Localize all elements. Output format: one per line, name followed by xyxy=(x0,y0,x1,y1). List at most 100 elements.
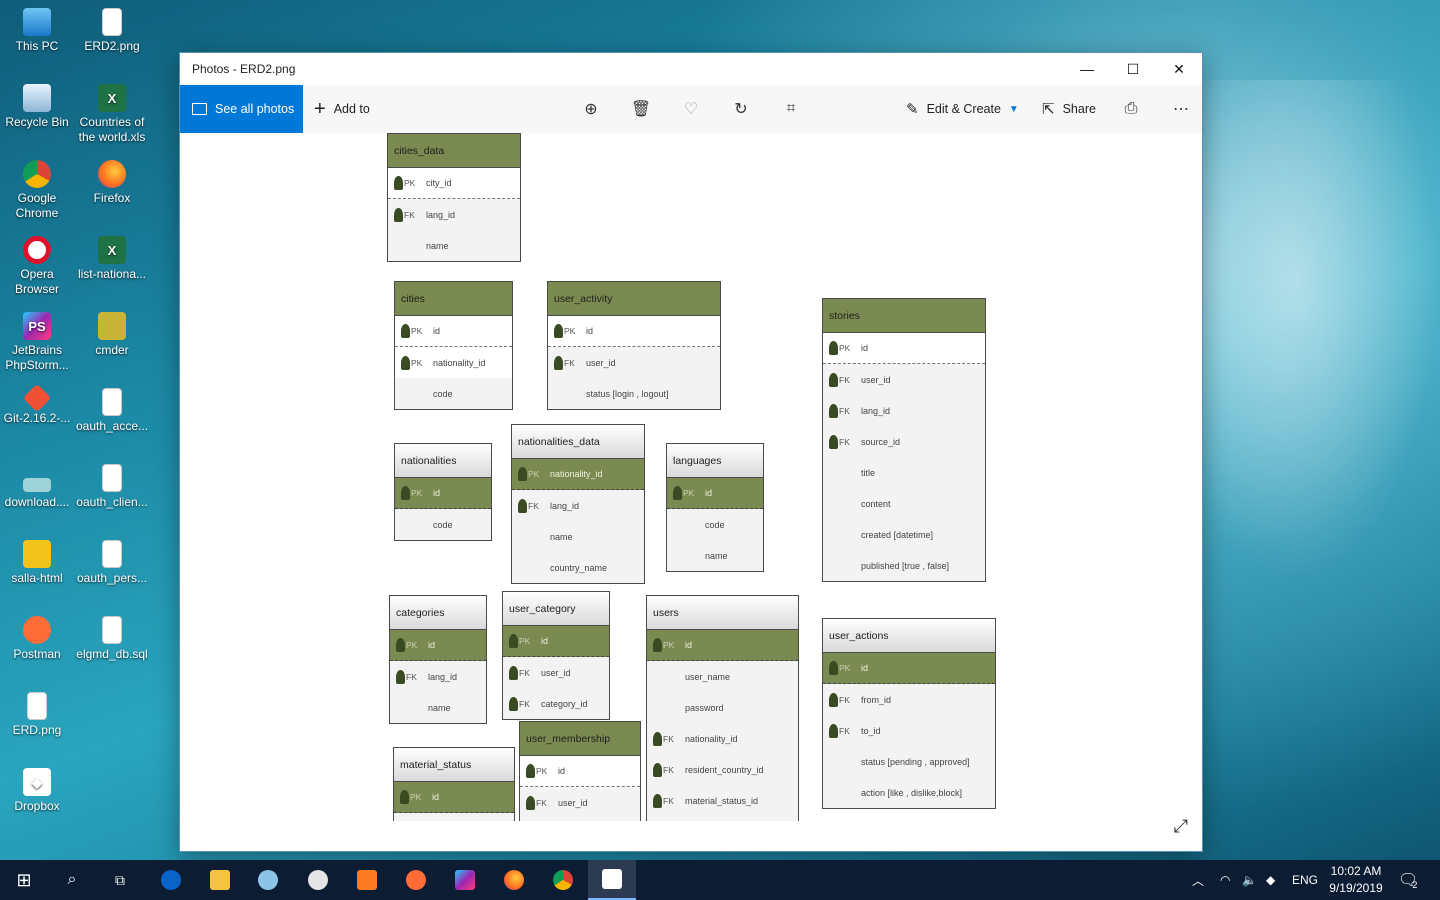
trash-icon: 🗑 xyxy=(630,101,652,118)
erd-table-user-activity: user_activity PK id FK user_id status [log… xyxy=(547,281,721,410)
tray-network[interactable]: ◠ xyxy=(1220,860,1230,900)
start-button[interactable]: ⊞ xyxy=(0,860,48,900)
phpstorm-icon: PS xyxy=(23,312,51,340)
desktop-icon-download[interactable]: download.... xyxy=(0,464,74,510)
folder-icon xyxy=(23,540,51,568)
desktop-icon-chrome[interactable]: Google Chrome xyxy=(0,160,74,221)
table-row: name xyxy=(426,240,449,251)
table-row: status [login , logout] xyxy=(586,388,669,399)
desktop-icon-elgmd-db[interactable]: elgmd_db.sql xyxy=(75,616,149,662)
tray-dropbox[interactable]: ◆ xyxy=(1266,860,1275,900)
tray-language[interactable]: ENG xyxy=(1292,860,1318,900)
taskbar-photos[interactable] xyxy=(588,860,636,900)
close-button[interactable]: ✕ xyxy=(1156,53,1202,85)
xampp-icon xyxy=(357,870,377,890)
taskbar-app-2[interactable] xyxy=(244,860,292,900)
taskbar-firefox[interactable] xyxy=(490,860,538,900)
image-canvas[interactable]: cities_data PK city_id FK lang_id name cit… xyxy=(180,133,1202,821)
taskbar-chrome[interactable] xyxy=(539,860,587,900)
search-icon: ⌕ xyxy=(67,871,77,888)
cmder-icon xyxy=(98,312,126,340)
table-header: user_actions xyxy=(823,619,995,653)
table-header: stories xyxy=(823,299,985,333)
zoom-in-icon: ⊕ xyxy=(584,101,598,118)
desktop-icon-countries-xls[interactable]: X Countries of the world.xls xyxy=(75,84,149,145)
desktop-icon-recycle-bin[interactable]: Recycle Bin xyxy=(0,84,74,130)
table-row: name xyxy=(550,531,573,542)
settings-icon xyxy=(258,870,278,890)
delete-button[interactable]: 🗑 xyxy=(626,85,656,133)
phpstorm-icon xyxy=(455,870,475,890)
erd-table-nationalities: nationalities PK id code xyxy=(394,443,492,541)
task-view-icon: ⧉ xyxy=(115,871,125,888)
table-row: action [like , dislike,block] xyxy=(861,787,963,798)
search-button[interactable]: ⌕ xyxy=(48,860,96,900)
taskbar-xampp[interactable] xyxy=(343,860,391,900)
table-row: status [pending , approved] xyxy=(861,756,970,767)
desktop-icon-postman[interactable]: Postman xyxy=(0,616,74,662)
desktop-icon-oauth-personal[interactable]: oauth_pers... xyxy=(75,540,149,586)
tray-volume[interactable]: 🔈 xyxy=(1242,860,1257,900)
title-bar[interactable]: Photos - ERD2.png — ☐ ✕ xyxy=(180,53,1202,85)
table-header: cities_data xyxy=(388,134,520,168)
table-row: PK id xyxy=(823,333,985,364)
add-to-button[interactable]: + Add to xyxy=(314,85,370,133)
desktop-icon-oauth-access[interactable]: oauth_acce... xyxy=(75,388,149,434)
rotate-icon: ↻ xyxy=(734,101,748,118)
desktop-icon-opera[interactable]: Opera Browser xyxy=(0,236,74,297)
table-row: name xyxy=(705,550,728,561)
maximize-button[interactable]: ☐ xyxy=(1110,53,1156,85)
desktop-icon-oauth-client[interactable]: oauth_clien... xyxy=(75,464,149,510)
recycle-bin-icon xyxy=(23,84,51,112)
print-button[interactable]: ⎙ xyxy=(1116,85,1146,133)
desktop-icon-firefox[interactable]: Firefox xyxy=(75,160,149,206)
edit-create-button[interactable]: ✎ Edit & Create ▼ xyxy=(906,85,1019,133)
table-row: FK user_id xyxy=(503,657,609,688)
table-row: FK lang_id xyxy=(512,490,644,521)
more-button[interactable]: ⋯ xyxy=(1166,85,1196,133)
table-row: FK user_id xyxy=(520,787,640,818)
taskbar-file-explorer[interactable] xyxy=(196,860,244,900)
table-row: PK id xyxy=(548,316,720,347)
desktop-icon-git[interactable]: Git-2.16.2-... xyxy=(0,383,74,426)
zoom-button[interactable]: ⊕ xyxy=(576,85,606,133)
clock[interactable]: 10:02 AM 9/19/2019 xyxy=(1316,863,1396,897)
table-row: PK id xyxy=(394,782,514,813)
table-row: FK from_id xyxy=(823,684,995,715)
photos-window: Photos - ERD2.png — ☐ ✕ See all photos +… xyxy=(179,52,1203,852)
expand-icon[interactable]: ⤢ xyxy=(1174,816,1188,837)
taskbar-phpstorm[interactable] xyxy=(441,860,489,900)
crop-button[interactable]: ⌗ xyxy=(776,85,806,133)
more-icon: ⋯ xyxy=(1173,101,1189,118)
desktop-icon-cmder[interactable]: cmder xyxy=(75,312,149,358)
desktop-icon-list-nationalities[interactable]: Xlist-nationa... xyxy=(75,236,149,282)
heart-icon: ♡ xyxy=(683,101,699,118)
table-header: cities xyxy=(395,282,512,316)
plus-icon: + xyxy=(314,97,326,120)
image-file-icon xyxy=(23,478,51,492)
erd-table-user-actions: user_actions PK id FK from_id FK to_id stat… xyxy=(822,618,996,809)
tray-chevron[interactable]: ︿ xyxy=(1192,860,1204,900)
taskbar-app-3[interactable] xyxy=(294,860,342,900)
erd-table-nationalities-data: nationalities_data PK nationality_id FK la… xyxy=(511,424,645,584)
chrome-icon xyxy=(553,870,573,890)
notification-count: 2 xyxy=(1412,880,1418,890)
table-row: user_name xyxy=(685,671,731,682)
task-view-button[interactable]: ⧉ xyxy=(96,860,144,900)
table-row: country_name xyxy=(550,562,608,573)
minimize-button[interactable]: — xyxy=(1064,53,1110,85)
taskbar-maps[interactable] xyxy=(147,860,195,900)
see-all-photos-button[interactable]: See all photos xyxy=(180,85,303,133)
share-button[interactable]: ⇱ Share xyxy=(1042,85,1096,133)
desktop-icon-erd[interactable]: ERD.png xyxy=(0,692,74,738)
desktop-icon-salla-html[interactable]: salla-html xyxy=(0,540,74,586)
desktop-icon-dropbox[interactable]: ◆ Dropbox xyxy=(0,768,74,814)
rotate-button[interactable]: ↻ xyxy=(726,85,756,133)
desktop-icon-erd2[interactable]: ERD2.png xyxy=(75,8,149,54)
desktop-icon-phpstorm[interactable]: PS JetBrains PhpStorm... xyxy=(0,312,74,373)
action-center-button[interactable]: 🗨 2 xyxy=(1398,860,1418,900)
taskbar-postman[interactable] xyxy=(392,860,440,900)
favorite-button[interactable]: ♡ xyxy=(676,85,706,133)
desktop-icon-this-pc[interactable]: This PC xyxy=(0,8,74,54)
table-row: PK id xyxy=(647,630,798,661)
